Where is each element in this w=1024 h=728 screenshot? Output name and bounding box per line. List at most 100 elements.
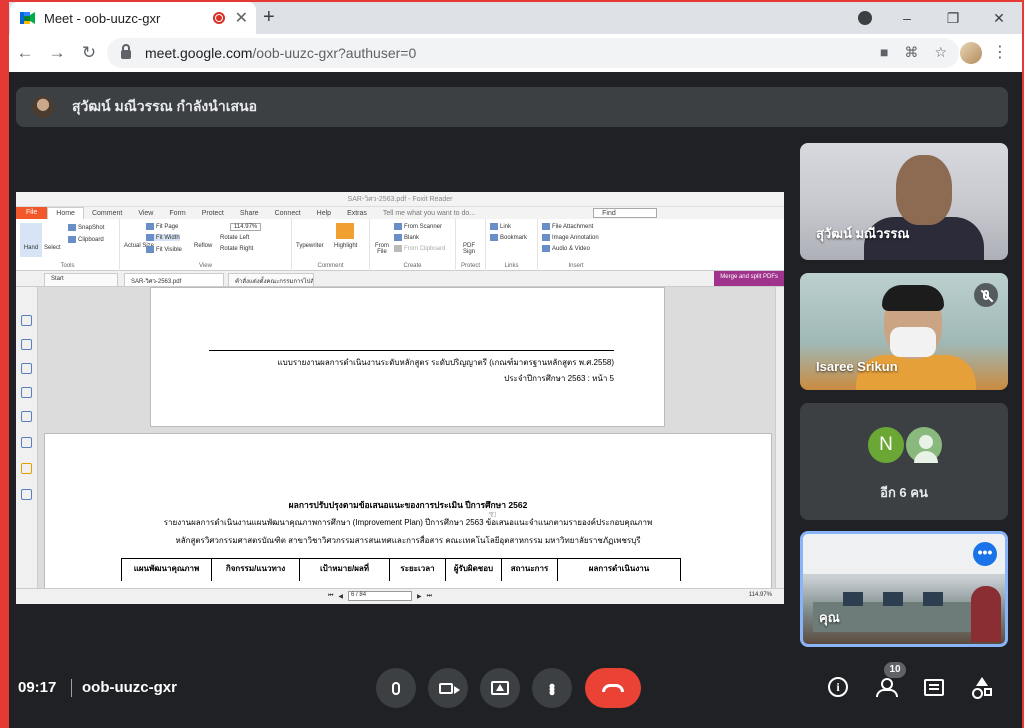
reflow-tool[interactable]: Reflow	[194, 243, 212, 249]
ribbon-group-label: View	[199, 263, 212, 269]
snapshot-label: SnapShot	[78, 225, 105, 232]
translate-icon[interactable]: ⌘	[904, 44, 918, 61]
comments-icon[interactable]	[21, 387, 32, 398]
highlight-tool[interactable]: Highlight	[334, 243, 357, 249]
ribbon-group-label: Comment	[317, 263, 344, 269]
address-bar[interactable]: meet.google.com/oob-uuzc-gxr?authuser=0 …	[107, 38, 959, 68]
pages-icon[interactable]	[21, 339, 32, 350]
bookmark-icon	[490, 234, 498, 241]
foxit-menu-file[interactable]: File	[16, 207, 48, 219]
next-page-icon[interactable]: ▶	[417, 593, 422, 600]
foxit-find-box[interactable]: Find	[593, 208, 658, 218]
camera-indicator-icon[interactable]: ■	[880, 44, 888, 61]
lock-icon[interactable]	[121, 44, 131, 59]
foxit-menu-share[interactable]: Share	[232, 210, 267, 217]
blank-tool[interactable]: Blank	[394, 234, 419, 241]
chat-button[interactable]	[921, 674, 947, 700]
foxit-menu-help[interactable]: Help	[309, 210, 339, 217]
activities-button[interactable]	[969, 674, 995, 700]
page-header-line2: ประจำปีการศึกษา 2563 : หน้า 5	[504, 374, 614, 383]
merge-split-button[interactable]: Merge and split PDFs	[714, 271, 784, 286]
blank-label: Blank	[404, 235, 420, 242]
foxit-menu-form[interactable]: Form	[161, 210, 193, 217]
audio-video-tool[interactable]: Audio & Video	[542, 245, 590, 252]
microphone-button[interactable]	[376, 668, 416, 708]
participant-tile-self[interactable]: ••• คุณ	[800, 531, 1008, 647]
status-zoom-level[interactable]: 114.97%	[749, 592, 772, 598]
more-options-icon[interactable]: •••	[973, 542, 997, 566]
participant-tile-isaree[interactable]: Isaree Srikun	[800, 273, 1008, 390]
close-window-button[interactable]: ✕	[976, 10, 1022, 27]
highlight-icon[interactable]	[336, 223, 354, 239]
prev-page-icon[interactable]: ◀	[338, 593, 343, 600]
presenter-avatar	[32, 96, 54, 118]
people-icon	[875, 678, 898, 697]
tab-search-icon[interactable]	[858, 11, 872, 25]
snapshot-tool[interactable]: SnapShot	[68, 224, 104, 231]
clipboard-tool[interactable]: Clipboard	[68, 236, 104, 243]
document-scrollbar[interactable]	[775, 287, 784, 588]
reload-icon[interactable]: ↻	[73, 43, 105, 63]
fit-width-icon	[146, 234, 154, 241]
from-clipboard-tool[interactable]: From Clipboard	[394, 245, 445, 252]
hand-tool[interactable]: Hand	[20, 223, 42, 257]
new-tab-button[interactable]: +	[263, 6, 275, 29]
restore-button[interactable]: ❐	[930, 10, 976, 27]
doc-tab-sar[interactable]: SAR-วิศว-2563.pdf	[124, 273, 224, 286]
pdf-page-previous: แบบรายงานผลการดำเนินงานระดับหลักสูตร ระด…	[150, 287, 665, 427]
bookmark-star-icon[interactable]: ☆	[934, 44, 947, 61]
first-page-icon[interactable]: ⏮	[328, 593, 333, 600]
layers-icon[interactable]	[21, 363, 32, 374]
bookmark-tool[interactable]: Bookmark	[490, 234, 527, 241]
doc-tab-start[interactable]: Start	[44, 273, 118, 286]
camera-button[interactable]	[428, 668, 468, 708]
tools-panel-icon[interactable]	[21, 489, 32, 500]
improvement-plan-table: แผนพัฒนาคุณภาพ กิจกรรม/แนวทาง เป้าหมาย/ผ…	[121, 558, 681, 581]
participant-tile-presenter[interactable]: สุวัฒน์ มณีวรรณ	[800, 143, 1008, 260]
image-annotation-tool[interactable]: Image Annotation	[542, 234, 599, 241]
link-tool[interactable]: Link	[490, 223, 511, 230]
from-file-tool[interactable]: From File	[374, 243, 390, 255]
ribbon-group-links: Link Bookmark Links	[486, 219, 538, 271]
foxit-menu-view[interactable]: View	[130, 210, 161, 217]
chrome-menu-icon[interactable]: ⋮	[992, 42, 1008, 62]
table-header: กิจกรรม/แนวทาง	[212, 559, 300, 581]
minimize-button[interactable]: –	[884, 10, 930, 26]
pdf-sign-tool[interactable]: PDF Sign	[460, 243, 478, 255]
activities-icon	[971, 677, 993, 699]
profile-avatar[interactable]	[960, 42, 982, 64]
present-button[interactable]	[480, 668, 520, 708]
signature-panel-icon[interactable]	[21, 437, 32, 448]
attachment-panel-icon[interactable]	[21, 411, 32, 422]
from-scanner-tool[interactable]: From Scanner	[394, 223, 442, 230]
select-tool[interactable]: Select	[44, 245, 61, 251]
foxit-menu-comment[interactable]: Comment	[84, 210, 130, 217]
security-lock-icon[interactable]	[21, 463, 32, 474]
fit-page-tool[interactable]: Fit Page	[146, 223, 178, 230]
foxit-menu-connect[interactable]: Connect	[267, 210, 309, 217]
file-attachment-tool[interactable]: File Attachment	[542, 223, 593, 230]
last-page-icon[interactable]: ⏭	[427, 593, 432, 600]
foxit-menu-home[interactable]: Home	[47, 207, 84, 219]
foxit-menu-protect[interactable]: Protect	[194, 210, 232, 217]
fit-width-tool[interactable]: Fit Width	[146, 234, 180, 242]
more-options-button[interactable]: •••	[532, 668, 572, 708]
back-icon[interactable]: ←	[9, 43, 41, 63]
leave-call-button[interactable]	[585, 668, 641, 708]
doc-tab-order[interactable]: คำสั่งแต่งตั้งคณะกรรมการไปสัมม...	[228, 273, 314, 286]
rotate-right-tool[interactable]: Rotate Right	[220, 246, 253, 252]
page-number-input[interactable]: 6 / 84	[348, 591, 413, 601]
foxit-menu-extras[interactable]: Extras	[339, 210, 375, 217]
fit-visible-tool[interactable]: Fit Visible	[146, 246, 182, 253]
rotate-left-tool[interactable]: Rotate Left	[220, 235, 249, 241]
typewriter-tool[interactable]: Typewriter	[296, 243, 324, 249]
forward-icon[interactable]: →	[41, 43, 73, 63]
zoom-box[interactable]: 114.97%	[230, 223, 262, 231]
tab-close-icon[interactable]: ✕	[235, 8, 248, 28]
browser-tab-meet[interactable]: Meet - oob-uuzc-gxr ✕	[10, 2, 256, 34]
attachment-icon	[542, 223, 550, 230]
participant-tile-others[interactable]: N อีก 6 คน	[800, 403, 1008, 520]
meeting-details-button[interactable]: i	[825, 674, 851, 700]
foxit-tell-me[interactable]: Tell me what you want to do...	[375, 210, 483, 217]
page-thumbnail-icon[interactable]	[21, 315, 32, 326]
